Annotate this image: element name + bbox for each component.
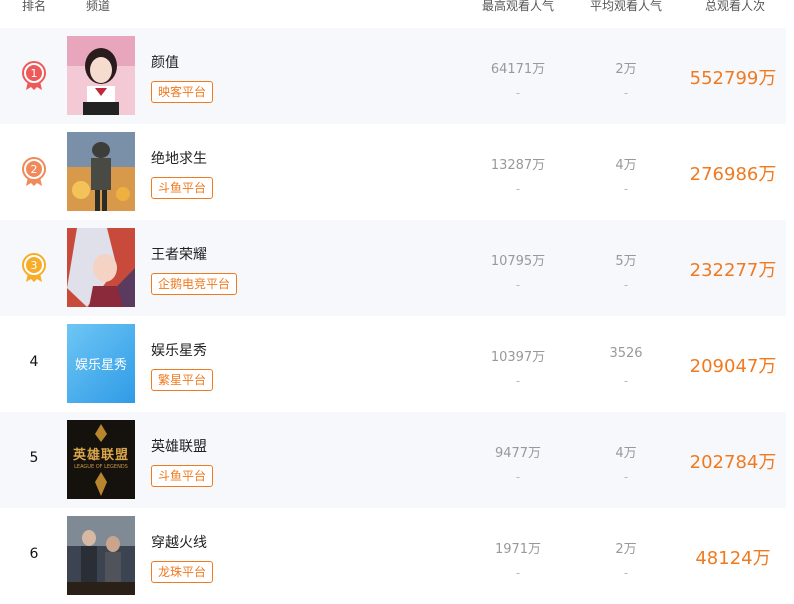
average-viewers-value: 5万 — [615, 254, 637, 269]
rank-number: 5 — [29, 450, 39, 466]
average-viewers-value: 4万 — [615, 446, 637, 461]
peak-viewers-sub: - — [515, 470, 521, 484]
peak-viewers-sub: - — [515, 374, 521, 388]
header-average-viewers[interactable]: 平均观看人气 — [580, 0, 672, 16]
header-peak-viewers[interactable]: 最高观看人气 — [470, 0, 566, 16]
channel-name[interactable]: 英雄联盟 — [151, 436, 207, 456]
rank-number: 4 — [29, 354, 39, 370]
platform-tag[interactable]: 斗鱼平台 — [151, 177, 214, 199]
rank-number: 6 — [29, 546, 39, 562]
table-header: 排名 频道 最高观看人气 平均观看人气 总观看人次 — [0, 0, 794, 27]
header-total-views[interactable]: 总观看人次 — [690, 0, 780, 16]
table-row[interactable]: 4 娱乐星秀 娱乐星秀 繁星平台 10397万 - 3526 - 209047万 — [0, 316, 786, 412]
average-viewers-sub: - — [623, 470, 629, 484]
platform-tag[interactable]: 繁星平台 — [151, 369, 214, 391]
peak-viewers-value: 13287万 — [490, 158, 546, 173]
peak-viewers-sub: - — [515, 278, 521, 292]
svg-text:3: 3 — [31, 259, 38, 272]
peak-viewers-value: 10397万 — [490, 350, 546, 365]
thumbnail-caption: 娱乐星秀 — [74, 358, 127, 373]
thumbnail-logo-subtext: LEAGUE OF LEGENDS — [74, 464, 128, 470]
channel-name[interactable]: 穿越火线 — [151, 532, 207, 552]
average-viewers-sub: - — [623, 374, 629, 388]
total-views-value: 202784万 — [689, 452, 777, 473]
peak-viewers-value: 64171万 — [490, 62, 546, 77]
table-row[interactable]: 2 绝地求生 斗鱼平台 13287万 - 4万 - 276986万 — [0, 124, 786, 220]
total-views-value: 552799万 — [689, 68, 777, 89]
channel-name[interactable]: 娱乐星秀 — [151, 340, 207, 360]
header-channel: 频道 — [85, 0, 110, 13]
channel-thumbnail[interactable] — [67, 228, 135, 307]
channel-thumbnail[interactable] — [67, 36, 135, 115]
total-views-value: 276986万 — [689, 164, 777, 185]
header-rank: 排名 — [21, 0, 46, 13]
table-row[interactable]: 5 英雄联盟 LEAGUE OF LEGENDS 英雄联盟 斗鱼平台 9477万… — [0, 412, 786, 508]
medal-icon: 2 — [20, 157, 48, 187]
channel-thumbnail[interactable]: 娱乐星秀 — [67, 324, 135, 403]
average-viewers-sub: - — [623, 182, 629, 196]
channel-name[interactable]: 王者荣耀 — [151, 244, 207, 264]
peak-viewers-value: 1971万 — [494, 542, 542, 557]
channel-thumbnail[interactable]: 英雄联盟 LEAGUE OF LEGENDS — [67, 420, 135, 499]
channel-thumbnail[interactable] — [67, 132, 135, 211]
table-row[interactable]: 6 穿越火线 龙珠平台 1971万 - 2万 - 48124万 — [0, 508, 786, 604]
peak-viewers-value: 10795万 — [490, 254, 546, 269]
total-views-value: 48124万 — [695, 548, 771, 569]
peak-viewers-sub: - — [515, 86, 521, 100]
average-viewers-value: 4万 — [615, 158, 637, 173]
peak-viewers-sub: - — [515, 182, 521, 196]
average-viewers-sub: - — [623, 86, 629, 100]
platform-tag[interactable]: 企鹅电竞平台 — [151, 273, 238, 295]
svg-text:1: 1 — [31, 67, 38, 80]
peak-viewers-value: 9477万 — [494, 446, 542, 461]
average-viewers-value: 3526 — [609, 346, 643, 361]
average-viewers-value: 2万 — [615, 542, 637, 557]
platform-tag[interactable]: 龙珠平台 — [151, 561, 214, 583]
table-row[interactable]: 3 王者荣耀 企鹅电竞平台 10795万 - 5万 - 232277万 — [0, 220, 786, 316]
average-viewers-value: 2万 — [615, 62, 637, 77]
platform-tag[interactable]: 斗鱼平台 — [151, 465, 214, 487]
total-views-value: 232277万 — [689, 260, 777, 281]
average-viewers-sub: - — [623, 566, 629, 580]
peak-viewers-sub: - — [515, 566, 521, 580]
thumbnail-logo-text: 英雄联盟 — [72, 448, 129, 463]
total-views-value: 209047万 — [689, 356, 777, 377]
channel-name[interactable]: 绝地求生 — [151, 148, 207, 168]
medal-icon: 1 — [20, 61, 48, 91]
channel-name[interactable]: 颜值 — [151, 52, 179, 72]
table-row[interactable]: 1 颜值 映客平台 64171万 - 2万 - 552799万 — [0, 28, 786, 124]
channel-thumbnail[interactable] — [67, 516, 135, 595]
platform-tag[interactable]: 映客平台 — [151, 81, 214, 103]
medal-icon: 3 — [20, 253, 48, 283]
average-viewers-sub: - — [623, 278, 629, 292]
svg-text:2: 2 — [31, 163, 38, 176]
